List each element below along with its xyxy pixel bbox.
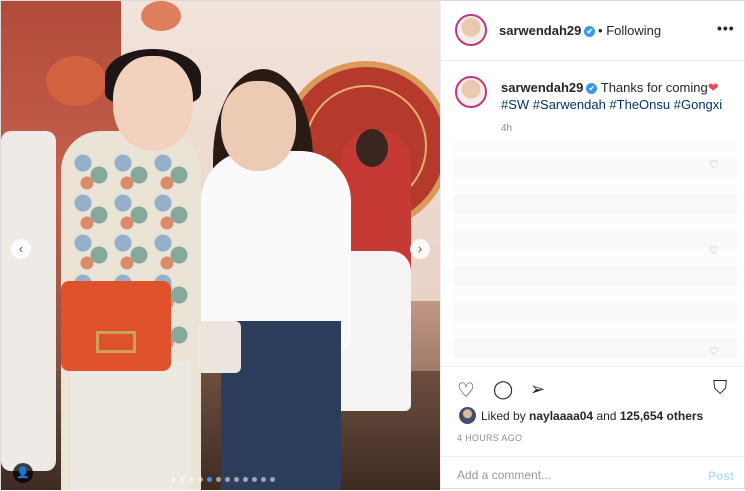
carousel-dot — [252, 477, 257, 482]
hashtag-link[interactable]: #SW — [501, 97, 529, 112]
carousel-dot — [216, 477, 221, 482]
woman-left-pants — [71, 361, 191, 490]
carousel-dot — [198, 477, 203, 482]
user-tag-icon[interactable]: 👤 — [13, 463, 33, 483]
orange-handbag — [61, 281, 171, 371]
header-username[interactable]: sarwendah29 ✔ — [499, 23, 596, 38]
hashtag-link[interactable]: #Sarwendah — [533, 97, 606, 112]
lantern-decoration — [46, 56, 106, 106]
post-actions: ♡ ◯ ➢ ⛉ Liked by naylaaaa04 and 125,654 … — [441, 366, 745, 490]
post-header: sarwendah29 ✔ • Following ••• — [441, 1, 745, 61]
blurred-comments — [453, 141, 737, 366]
white-clutch — [197, 321, 241, 373]
verified-badge-icon: ✔ — [584, 26, 596, 38]
comment-like-icon[interactable]: ♡ — [709, 244, 719, 257]
add-comment-bar: Post — [441, 456, 745, 491]
comment-like-icon[interactable]: ♡ — [709, 345, 719, 358]
post-comment-button[interactable]: Post — [708, 469, 734, 483]
following-label[interactable]: Following — [606, 23, 661, 38]
caption-time: 4h — [501, 123, 513, 134]
liker-username[interactable]: naylaaaa04 — [529, 409, 593, 423]
carousel-dot — [189, 477, 194, 482]
liker-avatar[interactable] — [459, 407, 476, 424]
background-person-head — [356, 129, 388, 167]
carousel-prev-button[interactable]: ‹ — [11, 239, 31, 259]
carousel-dot — [261, 477, 266, 482]
comment-bubble-icon[interactable]: ◯ — [493, 379, 513, 400]
likes-count[interactable]: 125,654 others — [620, 409, 703, 423]
woman-right-face — [221, 81, 296, 171]
avatar[interactable] — [455, 14, 487, 46]
heart-emoji-icon: ❤ — [707, 80, 719, 95]
follow-status[interactable]: • Following — [598, 23, 661, 38]
share-send-icon[interactable]: ➢ — [530, 379, 545, 400]
post-photo[interactable]: ‹ › 👤 — [1, 1, 440, 490]
comment-like-icon[interactable]: ♡ — [709, 158, 719, 171]
more-options-icon[interactable]: ••• — [717, 20, 735, 36]
post-side-panel: sarwendah29 ✔ • Following ••• sarwendah29… — [440, 1, 745, 490]
carousel-dot — [270, 477, 275, 482]
comment-input[interactable] — [455, 463, 689, 487]
carousel-next-button[interactable]: › — [410, 239, 430, 259]
carousel-dot — [243, 477, 248, 482]
carousel-dot — [207, 477, 212, 482]
carousel-dot — [171, 477, 176, 482]
carousel-dot — [225, 477, 230, 482]
hashtag-link[interactable]: #TheOnsu — [609, 97, 670, 112]
caption-avatar[interactable] — [455, 76, 487, 108]
woman-left-face — [113, 56, 193, 151]
separator-dot: • — [598, 23, 603, 38]
carousel-dots — [171, 477, 275, 482]
save-bookmark-icon[interactable]: ⛉ — [713, 378, 727, 400]
carousel-dot — [234, 477, 239, 482]
lantern-decoration — [141, 1, 181, 31]
hashtag-link[interactable]: #Gongxi — [674, 97, 722, 112]
carousel-dot — [180, 477, 185, 482]
caption-username[interactable]: sarwendah29 — [501, 80, 583, 95]
verified-badge-icon: ✔ — [586, 83, 598, 95]
left-edge-person — [1, 131, 56, 471]
like-heart-icon[interactable]: ♡ — [457, 378, 475, 403]
caption-text: Thanks for coming — [600, 80, 708, 95]
caption: sarwendah29 ✔ Thanks for coming❤ #SW #Sar… — [501, 79, 731, 113]
instagram-post: ‹ › 👤 sarwendah29 ✔ • Following ••• sarwe… — [0, 0, 745, 490]
post-timestamp[interactable]: 4 HOURS AGO — [457, 433, 522, 443]
likes-summary[interactable]: Liked by naylaaaa04 and 125,654 others — [481, 409, 703, 423]
handbag-clasp — [96, 331, 136, 353]
